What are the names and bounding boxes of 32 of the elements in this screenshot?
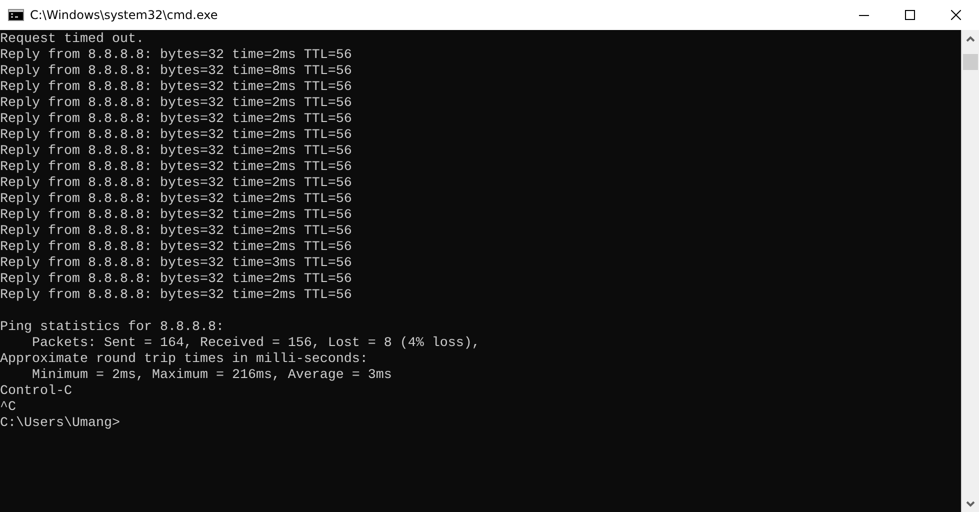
console-line: Minimum = 2ms, Maximum = 216ms, Average = 3ms — [30, 368, 392, 384]
console-line: Reply from 8.8.8.8: bytes=32 time=2ms TTL=56 — [0, 272, 352, 288]
close-icon — [951, 10, 961, 20]
console-line: Reply from 8.8.8.8: bytes=32 time=2ms TTL=56 — [0, 144, 352, 160]
console-line: Packets: Sent = 164, Received = 156, Lost = 8 (4% loss), — [30, 336, 480, 352]
chevron-up-icon — [966, 36, 975, 42]
console-line: Reply from 8.8.8.8: bytes=32 time=2ms TTL=56 — [0, 96, 352, 112]
scrollbar[interactable] — [961, 30, 979, 512]
chevron-down-icon — [966, 500, 975, 506]
console-line: Reply from 8.8.8.8: bytes=32 time=3ms TTL=56 — [0, 256, 352, 272]
console-line: Control-C — [0, 384, 72, 400]
console-line: Reply from 8.8.8.8: bytes=32 time=2ms TTL=56 — [0, 208, 352, 224]
console-line: Reply from 8.8.8.8: bytes=32 time=2ms TTL=56 — [0, 112, 352, 128]
console-line: Reply from 8.8.8.8: bytes=32 time=2ms TTL=56 — [0, 224, 352, 240]
console-line: Approximate round trip times in milli-seconds: — [0, 352, 368, 368]
console-line: Reply from 8.8.8.8: bytes=32 time=2ms TTL=56 — [0, 176, 352, 192]
window-title: C:\Windows\system32\cmd.exe — [30, 8, 219, 22]
console-line: Reply from 8.8.8.8: bytes=32 time=2ms TTL=56 — [0, 240, 352, 256]
console-line: Reply from 8.8.8.8: bytes=32 time=2ms TTL=56 — [0, 128, 352, 144]
console-line: Reply from 8.8.8.8: bytes=32 time=2ms TTL=56 — [0, 288, 352, 304]
console-line: Ping statistics for 8.8.8.8: — [0, 320, 224, 336]
console-line: Reply from 8.8.8.8: bytes=32 time=2ms TTL=56 — [0, 192, 352, 208]
maximize-icon — [905, 10, 915, 20]
console-line: C:\Users\Umang> — [0, 416, 120, 432]
console-line: Reply from 8.8.8.8: bytes=32 time=2ms TTL=56 — [0, 80, 352, 96]
console-line: Request timed out. — [0, 32, 144, 48]
console-line: ^C — [0, 400, 16, 416]
scrollbar-thumb[interactable] — [963, 54, 978, 70]
console-line: Reply from 8.8.8.8: bytes=32 time=2ms TTL=56 — [0, 48, 352, 64]
console-line: Reply from 8.8.8.8: bytes=32 time=8ms TTL=56 — [0, 64, 352, 80]
console-icon — [8, 9, 24, 21]
console-line: Reply from 8.8.8.8: bytes=32 time=2ms TTL=56 — [0, 160, 352, 176]
